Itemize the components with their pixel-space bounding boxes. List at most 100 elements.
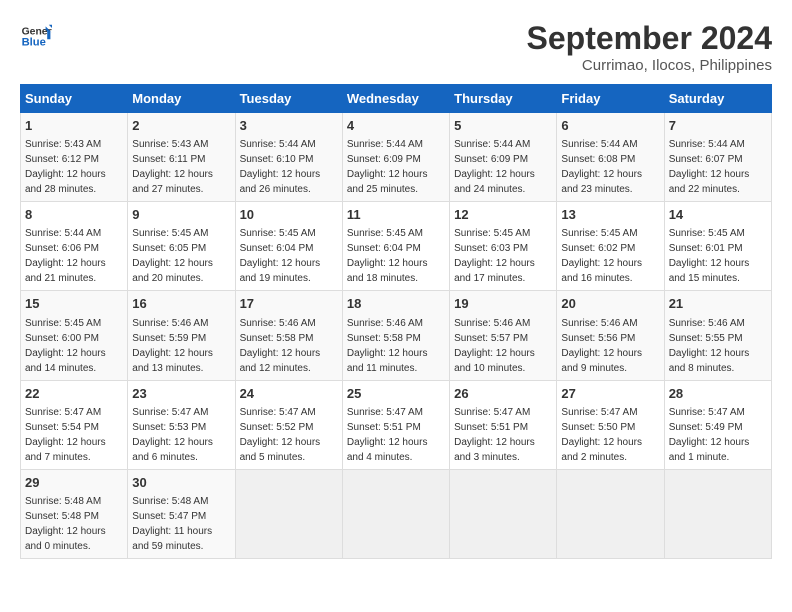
day-number: 19 [454,295,552,313]
day-info: Sunrise: 5:47 AMSunset: 5:50 PMDaylight:… [561,407,642,463]
day-info: Sunrise: 5:45 AMSunset: 6:02 PMDaylight:… [561,228,642,284]
cell-5-4 [342,469,449,558]
day-number: 24 [240,385,338,403]
day-info: Sunrise: 5:47 AMSunset: 5:51 PMDaylight:… [454,407,535,463]
cell-3-6: 20 Sunrise: 5:46 AMSunset: 5:56 PMDayligh… [557,291,664,380]
day-number: 26 [454,385,552,403]
day-info: Sunrise: 5:46 AMSunset: 5:57 PMDaylight:… [454,318,535,374]
cell-1-7: 7 Sunrise: 5:44 AMSunset: 6:07 PMDaylight… [664,113,771,202]
cell-4-3: 24 Sunrise: 5:47 AMSunset: 5:52 PMDayligh… [235,380,342,469]
cell-4-4: 25Sunrise: 5:47 AMSunset: 5:51 PMDayligh… [342,380,449,469]
week-row-5: 29 Sunrise: 5:48 AMSunset: 5:48 PMDayligh… [21,469,772,558]
day-number: 7 [669,117,767,135]
col-header-sunday: Sunday [21,85,128,113]
main-title: September 2024 [527,20,772,57]
day-info: Sunrise: 5:43 AMSunset: 6:11 PMDaylight:… [132,139,213,195]
day-info: Sunrise: 5:44 AMSunset: 6:08 PMDaylight:… [561,139,642,195]
cell-3-3: 17 Sunrise: 5:46 AMSunset: 5:58 PMDayligh… [235,291,342,380]
day-info: Sunrise: 5:47 AMSunset: 5:52 PMDaylight:… [240,407,321,463]
logo: General Blue [20,20,52,52]
day-info: Sunrise: 5:45 AMSunset: 6:05 PMDaylight:… [132,228,213,284]
title-area: September 2024 Currimao, Ilocos, Philipp… [527,20,772,74]
day-info: Sunrise: 5:44 AMSunset: 6:10 PMDaylight:… [240,139,321,195]
cell-5-5 [450,469,557,558]
day-info: Sunrise: 5:48 AMSunset: 5:47 PMDaylight:… [132,496,212,552]
svg-text:Blue: Blue [22,37,46,49]
day-info: Sunrise: 5:46 AMSunset: 5:58 PMDaylight:… [347,318,428,374]
day-number: 3 [240,117,338,135]
day-number: 18 [347,295,445,313]
cell-2-3: 10 Sunrise: 5:45 AMSunset: 6:04 PMDayligh… [235,202,342,291]
cell-5-3 [235,469,342,558]
day-info: Sunrise: 5:48 AMSunset: 5:48 PMDaylight:… [25,496,106,552]
day-number: 20 [561,295,659,313]
day-info: Sunrise: 5:45 AMSunset: 6:00 PMDaylight:… [25,318,106,374]
cell-4-2: 23 Sunrise: 5:47 AMSunset: 5:53 PMDayligh… [128,380,235,469]
cell-1-4: 4Sunrise: 5:44 AMSunset: 6:09 PMDaylight… [342,113,449,202]
cell-5-6 [557,469,664,558]
day-number: 27 [561,385,659,403]
col-header-friday: Friday [557,85,664,113]
day-number: 29 [25,474,123,492]
day-number: 12 [454,206,552,224]
cell-1-5: 5Sunrise: 5:44 AMSunset: 6:09 PMDaylight… [450,113,557,202]
day-info: Sunrise: 5:46 AMSunset: 5:58 PMDaylight:… [240,318,321,374]
day-info: Sunrise: 5:44 AMSunset: 6:06 PMDaylight:… [25,228,106,284]
cell-4-7: 28 Sunrise: 5:47 AMSunset: 5:49 PMDayligh… [664,380,771,469]
cell-3-7: 21Sunrise: 5:46 AMSunset: 5:55 PMDayligh… [664,291,771,380]
day-info: Sunrise: 5:45 AMSunset: 6:01 PMDaylight:… [669,228,750,284]
cell-1-2: 2 Sunrise: 5:43 AMSunset: 6:11 PMDaylight… [128,113,235,202]
cell-2-5: 12 Sunrise: 5:45 AMSunset: 6:03 PMDayligh… [450,202,557,291]
day-number: 17 [240,295,338,313]
col-header-saturday: Saturday [664,85,771,113]
cell-2-4: 11 Sunrise: 5:45 AMSunset: 6:04 PMDayligh… [342,202,449,291]
day-number: 4 [347,117,445,135]
day-number: 11 [347,206,445,224]
day-info: Sunrise: 5:47 AMSunset: 5:53 PMDaylight:… [132,407,213,463]
day-info: Sunrise: 5:46 AMSunset: 5:55 PMDaylight:… [669,318,750,374]
col-header-thursday: Thursday [450,85,557,113]
subtitle: Currimao, Ilocos, Philippines [527,57,772,74]
col-header-monday: Monday [128,85,235,113]
col-header-tuesday: Tuesday [235,85,342,113]
day-info: Sunrise: 5:45 AMSunset: 6:03 PMDaylight:… [454,228,535,284]
day-number: 16 [132,295,230,313]
week-row-4: 22 Sunrise: 5:47 AMSunset: 5:54 PMDayligh… [21,380,772,469]
day-number: 30 [132,474,230,492]
cell-4-6: 27 Sunrise: 5:47 AMSunset: 5:50 PMDayligh… [557,380,664,469]
cell-4-5: 26 Sunrise: 5:47 AMSunset: 5:51 PMDayligh… [450,380,557,469]
day-number: 5 [454,117,552,135]
day-number: 2 [132,117,230,135]
cell-2-1: 8 Sunrise: 5:44 AMSunset: 6:06 PMDaylight… [21,202,128,291]
week-row-2: 8 Sunrise: 5:44 AMSunset: 6:06 PMDaylight… [21,202,772,291]
cell-3-5: 19 Sunrise: 5:46 AMSunset: 5:57 PMDayligh… [450,291,557,380]
day-info: Sunrise: 5:46 AMSunset: 5:56 PMDaylight:… [561,318,642,374]
day-info: Sunrise: 5:45 AMSunset: 6:04 PMDaylight:… [240,228,321,284]
day-info: Sunrise: 5:47 AMSunset: 5:54 PMDaylight:… [25,407,106,463]
cell-2-7: 14Sunrise: 5:45 AMSunset: 6:01 PMDayligh… [664,202,771,291]
cell-5-1: 29 Sunrise: 5:48 AMSunset: 5:48 PMDayligh… [21,469,128,558]
logo-icon: General Blue [20,20,52,52]
cell-1-1: 1Sunrise: 5:43 AMSunset: 6:12 PMDaylight… [21,113,128,202]
cell-1-6: 6Sunrise: 5:44 AMSunset: 6:08 PMDaylight… [557,113,664,202]
day-info: Sunrise: 5:45 AMSunset: 6:04 PMDaylight:… [347,228,428,284]
cell-2-6: 13Sunrise: 5:45 AMSunset: 6:02 PMDayligh… [557,202,664,291]
day-info: Sunrise: 5:43 AMSunset: 6:12 PMDaylight:… [25,139,106,195]
week-row-1: 1Sunrise: 5:43 AMSunset: 6:12 PMDaylight… [21,113,772,202]
day-number: 8 [25,206,123,224]
cell-4-1: 22 Sunrise: 5:47 AMSunset: 5:54 PMDayligh… [21,380,128,469]
cell-5-7 [664,469,771,558]
cell-3-4: 18 Sunrise: 5:46 AMSunset: 5:58 PMDayligh… [342,291,449,380]
cell-1-3: 3 Sunrise: 5:44 AMSunset: 6:10 PMDaylight… [235,113,342,202]
day-number: 22 [25,385,123,403]
day-number: 23 [132,385,230,403]
day-number: 28 [669,385,767,403]
cell-5-2: 30 Sunrise: 5:48 AMSunset: 5:47 PMDayligh… [128,469,235,558]
day-info: Sunrise: 5:44 AMSunset: 6:07 PMDaylight:… [669,139,750,195]
day-info: Sunrise: 5:47 AMSunset: 5:51 PMDaylight:… [347,407,428,463]
day-number: 15 [25,295,123,313]
day-number: 9 [132,206,230,224]
cell-3-1: 15 Sunrise: 5:45 AMSunset: 6:00 PMDayligh… [21,291,128,380]
day-number: 10 [240,206,338,224]
day-info: Sunrise: 5:47 AMSunset: 5:49 PMDaylight:… [669,407,750,463]
